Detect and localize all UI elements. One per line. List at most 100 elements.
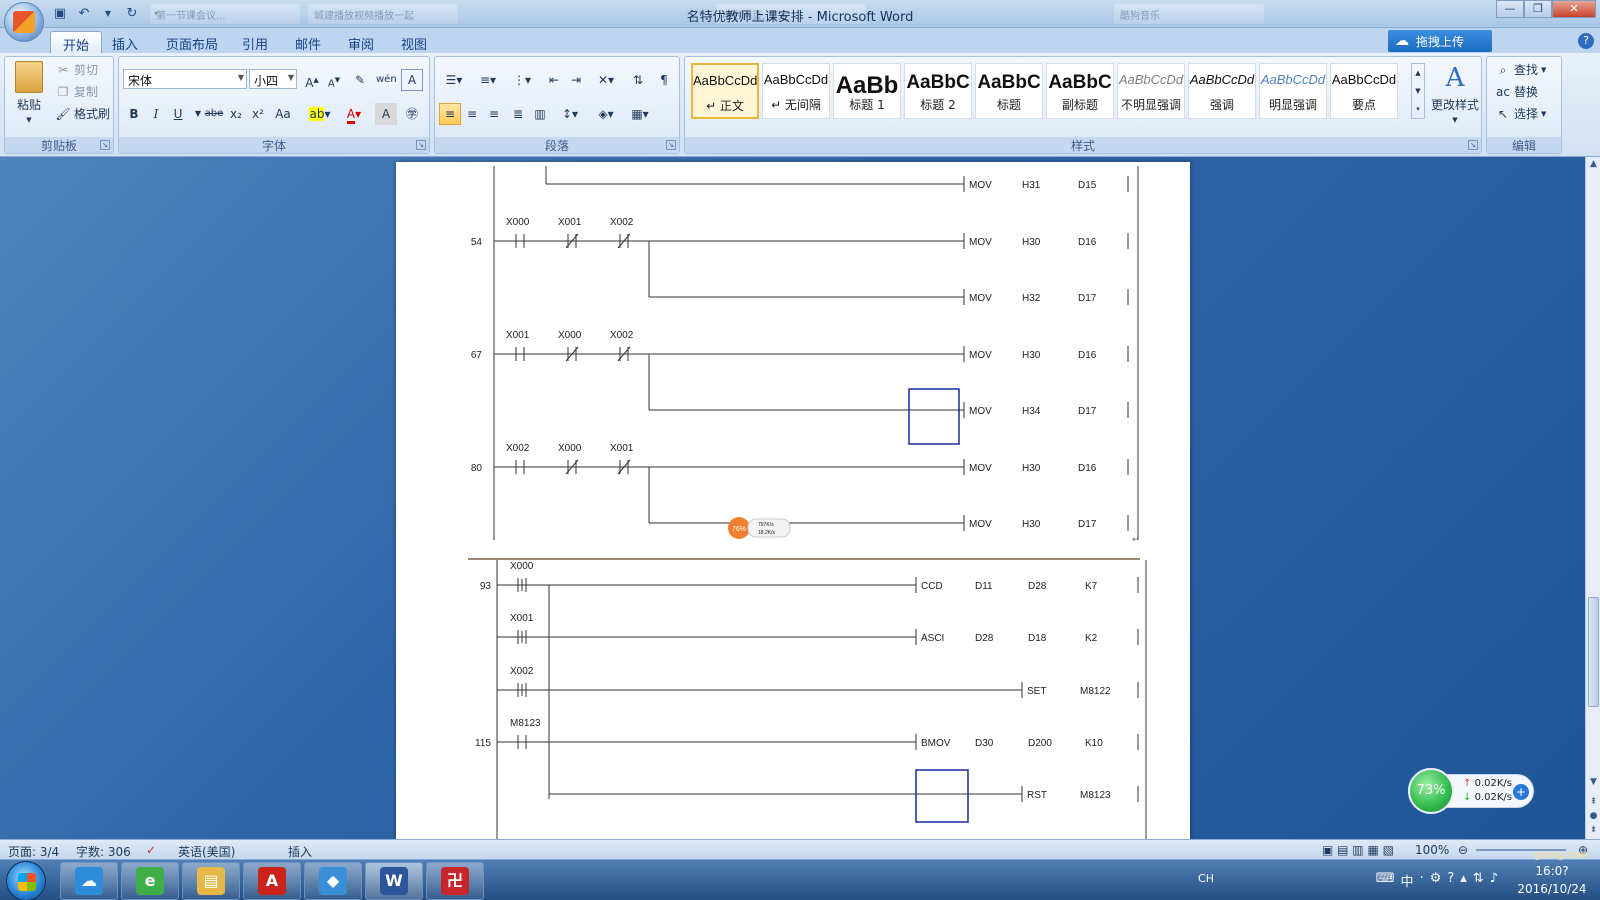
view-buttons-icon[interactable]: ▣ ▤ ▥ ▦ ▧: [1322, 843, 1394, 857]
restore-button[interactable]: ❐: [1524, 0, 1552, 18]
settings-icon[interactable]: ⚙: [1430, 871, 1442, 890]
help-icon[interactable]: ?: [1578, 33, 1594, 49]
dialog-launcher-icon[interactable]: ↘: [416, 140, 426, 150]
select-button[interactable]: ↖ 选择 ▼: [1495, 105, 1546, 122]
vertical-scrollbar[interactable]: ▲ ▼ ⇞ ● ⇟: [1585, 157, 1600, 839]
tab-view[interactable]: 视图: [389, 31, 439, 53]
underline-button[interactable]: U: [167, 103, 189, 125]
style-item[interactable]: AaBbCcDd ↵ 无间隔: [762, 63, 830, 119]
zoom-out-icon[interactable]: ⊖: [1458, 843, 1468, 857]
tab-page-layout[interactable]: 页面布局: [154, 31, 230, 53]
tab-mailings[interactable]: 邮件: [283, 31, 333, 53]
tab-home[interactable]: 开始: [50, 31, 103, 54]
style-item[interactable]: AaBbCcDd 不明显强调: [1117, 63, 1185, 119]
change-styles-button[interactable]: A 更改样式 ▼: [1431, 63, 1479, 124]
style-item[interactable]: AaBbCcDd 强调: [1188, 63, 1256, 119]
style-item[interactable]: AaBbC 标题: [975, 63, 1043, 119]
grow-font-icon[interactable]: A▲: [301, 69, 323, 91]
clock[interactable]: 16:0? 2016/10/24: [1510, 862, 1594, 898]
word-count[interactable]: 字数: 306: [76, 843, 131, 860]
line-spacing-icon[interactable]: ↕▾: [555, 103, 585, 125]
proofing-icon[interactable]: ✓: [146, 843, 156, 857]
distributed-icon[interactable]: ▥: [529, 103, 551, 125]
sort-icon[interactable]: ⇅: [627, 69, 649, 91]
align-center-icon[interactable]: ≡: [461, 103, 483, 125]
network-speed-widget[interactable]: ↑ 0.02K/s ↓ 0.02K/s + 73%: [1408, 768, 1536, 814]
tab-review[interactable]: 审阅: [336, 31, 386, 53]
help-tray-icon[interactable]: ?: [1447, 871, 1454, 890]
bullets-icon[interactable]: ☰▾: [439, 69, 469, 91]
taskbar-app-app[interactable]: 卍: [426, 862, 484, 900]
borders-icon[interactable]: ▦▾: [625, 103, 655, 125]
increase-indent-icon[interactable]: ⇥: [565, 69, 587, 91]
volume-icon[interactable]: ♪: [1490, 871, 1498, 890]
style-item[interactable]: AaBbCcDd ↵ 正文: [691, 63, 759, 119]
font-color-icon[interactable]: A▾: [339, 103, 369, 125]
dialog-launcher-icon[interactable]: ↘: [1468, 140, 1478, 150]
align-right-icon[interactable]: ≡: [483, 103, 505, 125]
style-item[interactable]: AaBbCcDd 明显强调: [1259, 63, 1327, 119]
tab-insert[interactable]: 插入: [100, 31, 150, 53]
next-page-icon[interactable]: ⇟: [1587, 825, 1600, 838]
chinese-layout-icon[interactable]: ✕▾: [591, 69, 621, 91]
prev-page-icon[interactable]: ⇞: [1587, 797, 1600, 810]
page-count[interactable]: 页面: 3/4: [8, 843, 59, 860]
style-item[interactable]: AaBbC 标题 2: [904, 63, 972, 119]
decrease-indent-icon[interactable]: ⇤: [543, 69, 565, 91]
close-button[interactable]: ✕: [1552, 0, 1596, 18]
scroll-up-icon[interactable]: ▲: [1587, 159, 1600, 172]
copy-button[interactable]: ❐ 复制: [55, 83, 98, 100]
show-marks-icon[interactable]: ¶: [653, 69, 675, 91]
phonetic-guide-icon[interactable]: wén: [375, 69, 397, 91]
font-name-select[interactable]: 宋体 ▼: [123, 69, 247, 89]
document-page[interactable]: MOV H31 D15 54 X000 X001 X002 MOV H30 D16 MOV H32 D1…: [396, 162, 1190, 839]
char-border-icon[interactable]: A: [401, 69, 423, 91]
bold-button[interactable]: B: [123, 103, 145, 125]
cut-button[interactable]: ✂ 剪切: [55, 61, 98, 78]
browse-object-icon[interactable]: ●: [1587, 811, 1600, 824]
office-button[interactable]: [4, 2, 44, 42]
keyboard-icon[interactable]: ⌨: [1376, 871, 1395, 890]
language-bar[interactable]: CH: [1198, 872, 1214, 885]
drag-upload-button[interactable]: ☁ 拖拽上传: [1388, 30, 1492, 52]
char-shading-icon[interactable]: A: [375, 103, 397, 125]
strikethrough-button[interactable]: abe: [203, 103, 225, 125]
change-case-button[interactable]: Aa: [269, 103, 297, 125]
gallery-scroll-icon[interactable]: ▲ ▼ ▾: [1411, 63, 1425, 119]
taskbar-app-pdf[interactable]: A: [243, 862, 301, 900]
find-button[interactable]: ⌕ 查找 ▼: [1495, 61, 1547, 78]
style-item[interactable]: AaBbCcDd 要点: [1330, 63, 1398, 119]
italic-button[interactable]: I: [145, 103, 167, 125]
justify-icon[interactable]: ≣: [507, 103, 529, 125]
taskbar-app-word[interactable]: W: [365, 862, 423, 900]
style-item[interactable]: AaBbC 副标题: [1046, 63, 1114, 119]
style-item[interactable]: AaBb 标题 1: [833, 63, 901, 119]
language-indicator[interactable]: 英语(美国): [178, 843, 235, 860]
font-size-select[interactable]: 小四 ▼: [249, 69, 297, 89]
enclose-char-icon[interactable]: ㊫: [401, 103, 423, 125]
multilevel-list-icon[interactable]: ⋮▾: [507, 69, 537, 91]
minimize-button[interactable]: —: [1496, 0, 1524, 18]
dialog-launcher-icon[interactable]: ↘: [100, 140, 110, 150]
highlight-icon[interactable]: ab▾: [305, 103, 335, 125]
superscript-button[interactable]: x²: [247, 103, 269, 125]
start-button[interactable]: [6, 861, 46, 900]
subscript-button[interactable]: x₂: [225, 103, 247, 125]
insert-mode[interactable]: 插入: [288, 843, 312, 860]
paste-button[interactable]: 粘贴 ▼: [11, 61, 47, 124]
chevron-up-icon[interactable]: ▴: [1460, 871, 1467, 890]
ime-indicator[interactable]: 中: [1401, 871, 1414, 890]
zoom-level[interactable]: 100%: [1415, 843, 1449, 857]
network-icon[interactable]: ⇅: [1473, 871, 1484, 890]
clear-format-icon[interactable]: ✎: [349, 69, 371, 91]
replace-button[interactable]: ac 替换: [1495, 83, 1538, 100]
dialog-launcher-icon[interactable]: ↘: [666, 140, 676, 150]
shading-icon[interactable]: ◈▾: [591, 103, 621, 125]
taskbar-app-cloud[interactable]: ☁: [60, 862, 118, 900]
taskbar-app-explorer[interactable]: ▤: [182, 862, 240, 900]
taskbar-app-browser[interactable]: e: [121, 862, 179, 900]
document-workspace[interactable]: MOV H31 D15 54 X000 X001 X002 MOV H30 D16 MOV H32 D1…: [0, 157, 1585, 839]
scroll-down-icon[interactable]: ▼: [1587, 777, 1600, 790]
taskbar-app-dolphin[interactable]: ◆: [304, 862, 362, 900]
scroll-thumb[interactable]: [1588, 597, 1599, 707]
